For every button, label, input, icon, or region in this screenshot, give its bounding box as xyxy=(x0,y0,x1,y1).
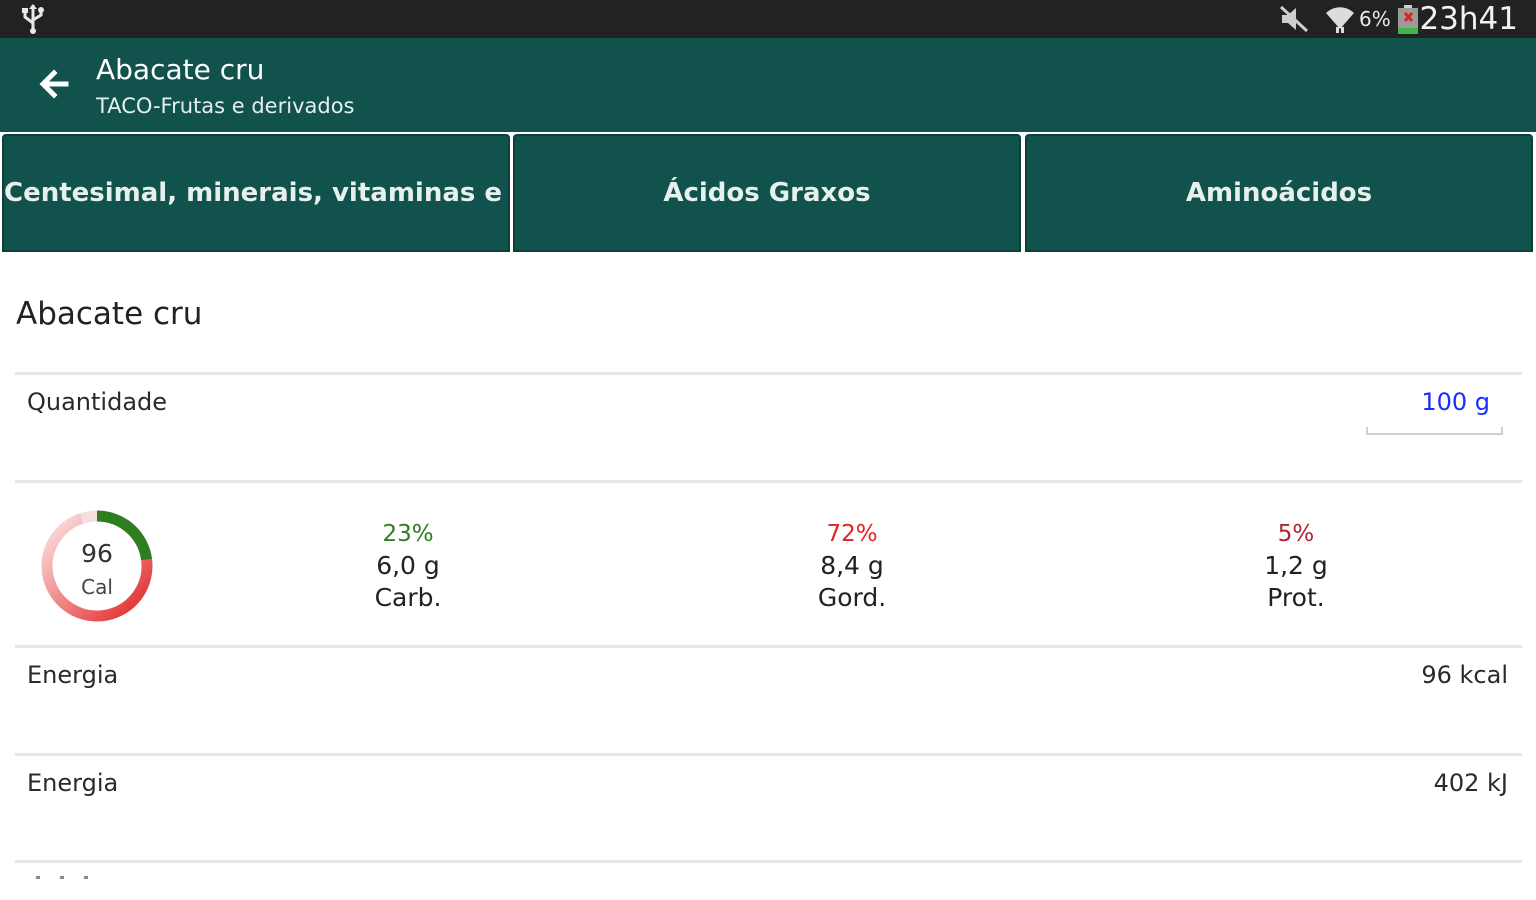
macro-label: Prot. xyxy=(1267,583,1325,612)
nutrient-label: Energia xyxy=(27,769,119,797)
divider xyxy=(15,372,1522,375)
macro-label: Gord. xyxy=(817,583,887,612)
battery-percentage: 6% xyxy=(1359,7,1391,31)
macro-amount: 1,2 g xyxy=(1264,551,1328,580)
macro-percent: 23% xyxy=(382,521,434,547)
nutrient-value: 96 kcal xyxy=(1421,661,1508,689)
divider xyxy=(15,753,1522,756)
tab-label: Ácidos Graxos xyxy=(663,178,871,208)
macro-protein: 5% 1,2 g Prot. xyxy=(1196,518,1396,614)
divider xyxy=(15,860,1522,863)
tab-label: Centesimal, minerais, vitaminas e colest… xyxy=(4,178,508,208)
calories-value: 96 xyxy=(81,539,113,568)
tab-centesimal[interactable]: Centesimal, minerais, vitaminas e colest… xyxy=(2,134,510,252)
macro-amount: 8,4 g xyxy=(820,551,884,580)
macro-percent: 72% xyxy=(826,521,878,547)
nutrient-value: 402 kJ xyxy=(1433,769,1508,797)
macro-percent: 5% xyxy=(1277,521,1315,547)
calories-unit: Cal xyxy=(81,575,113,599)
macro-amount: 6,0 g xyxy=(376,551,440,580)
quantity-underline-tick xyxy=(1366,427,1368,435)
macro-label: Carb. xyxy=(374,583,442,612)
tab-acidos-graxos[interactable]: Ácidos Graxos xyxy=(513,134,1021,252)
tab-aminoacidos[interactable]: Aminoácidos xyxy=(1025,134,1533,252)
app-bar: Abacate cru TACO-Frutas e derivados xyxy=(0,38,1536,132)
tab-label: Aminoácidos xyxy=(1185,178,1373,208)
mute-icon xyxy=(1279,5,1309,33)
macro-carb: 23% 6,0 g Carb. xyxy=(308,518,508,614)
food-title: Abacate cru xyxy=(16,296,203,332)
quantity-input[interactable]: 100 g xyxy=(1421,388,1490,416)
clock: 23h41 xyxy=(1419,1,1518,37)
back-arrow-icon[interactable] xyxy=(36,66,72,102)
quantity-underline xyxy=(1366,433,1503,435)
battery-low-icon xyxy=(1398,5,1418,34)
divider xyxy=(15,480,1522,483)
divider xyxy=(15,645,1522,648)
wifi-icon xyxy=(1326,7,1354,33)
page-subtitle: TACO-Frutas e derivados xyxy=(96,94,355,118)
nutrient-label: Energia xyxy=(27,661,119,689)
status-bar: 6% 23h41 xyxy=(0,0,1536,38)
quantity-underline-tick xyxy=(1501,427,1503,435)
tab-bar: Centesimal, minerais, vitaminas e colest… xyxy=(0,132,1536,254)
next-row-partial xyxy=(36,876,126,884)
page-title: Abacate cru xyxy=(96,53,265,86)
quantity-label: Quantidade xyxy=(27,388,168,416)
macro-fat: 72% 8,4 g Gord. xyxy=(752,518,952,614)
usb-icon xyxy=(22,4,44,34)
